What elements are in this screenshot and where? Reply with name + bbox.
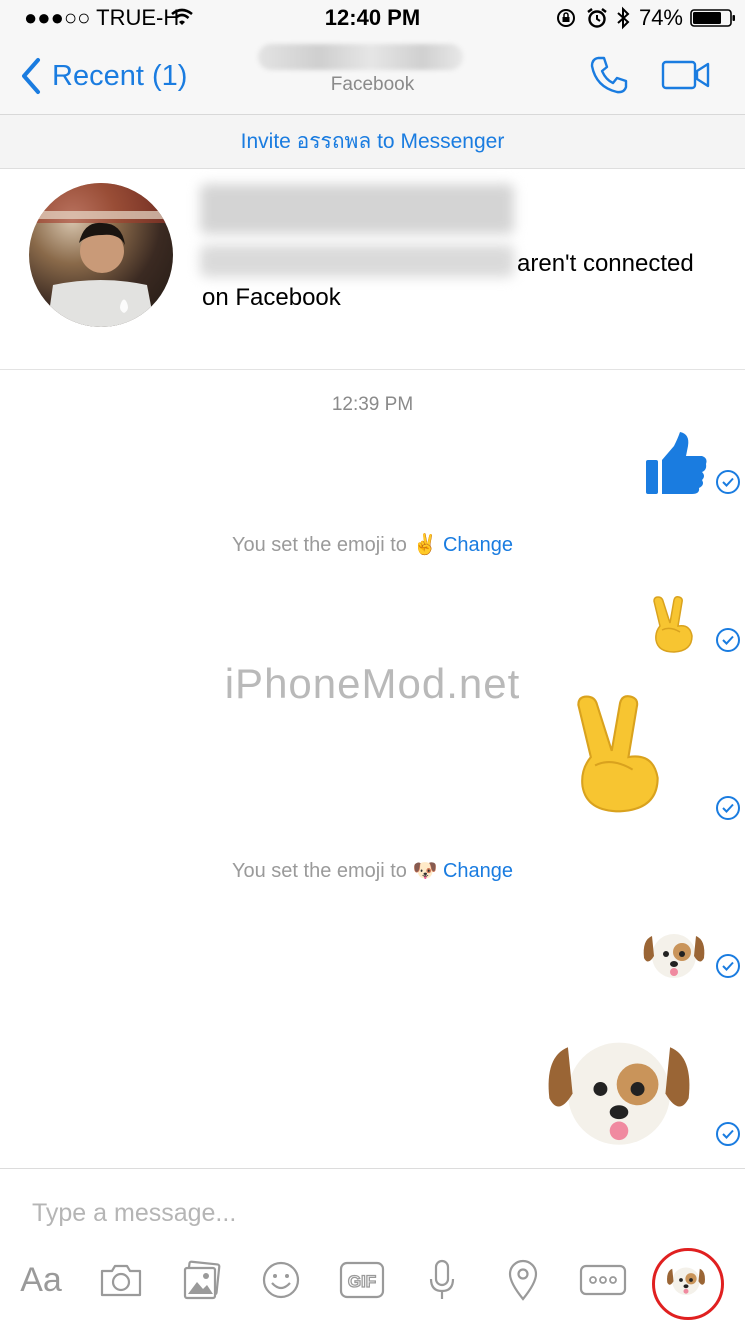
status-bar: ●●●○○ TRUE-H 12:40 PM 74% [0, 0, 745, 36]
smiley-icon [262, 1261, 300, 1299]
victory-hand-emoji-large [577, 695, 659, 813]
composer-divider [0, 1168, 745, 1169]
alarm-icon [587, 8, 607, 28]
system-message-text: You set the emoji to [231, 860, 407, 882]
more-button[interactable] [578, 1256, 628, 1304]
video-icon[interactable] [661, 60, 711, 90]
invite-link[interactable]: Invite อรรถพล to Messenger [241, 130, 505, 153]
check-icon [716, 796, 740, 820]
victory-hand-emoji-small [653, 596, 693, 653]
check-icon [716, 954, 740, 978]
location-button[interactable] [503, 1256, 543, 1304]
mic-icon [429, 1259, 455, 1299]
system-message: You set the emoji to 🐶 Change [0, 858, 745, 883]
battery-icon [690, 9, 735, 27]
nav-subtitle: Facebook [330, 74, 415, 95]
change-emoji-link[interactable]: Change [443, 860, 513, 882]
gif-icon: GIF [339, 1261, 385, 1299]
navigation-bar: Recent (1) Facebook [0, 36, 745, 115]
camera-icon [100, 1264, 142, 1297]
redacted-name [200, 184, 514, 234]
thumbs-up-icon [646, 432, 707, 494]
highlight-circle [652, 1248, 724, 1320]
location-icon [508, 1259, 538, 1301]
phone-icon[interactable] [588, 54, 630, 96]
rotation-lock-icon [557, 9, 575, 27]
dog-emoji-large [548, 1042, 690, 1145]
system-message: You set the emoji to ✌️ Change [0, 532, 745, 557]
thread-timestamp: 12:39 PM [331, 394, 414, 415]
clock: 12:40 PM [324, 5, 421, 30]
more-icon [579, 1264, 627, 1296]
bluetooth-icon [617, 6, 630, 30]
photos-icon [183, 1260, 221, 1300]
check-icon [716, 470, 740, 494]
redacted-detail [200, 245, 514, 277]
change-emoji-link[interactable]: Change [443, 534, 513, 556]
connection-status-line2: on Facebook [202, 284, 341, 311]
voice-button[interactable] [422, 1256, 462, 1304]
battery-percent: 74% [638, 5, 683, 30]
check-icon [716, 628, 740, 652]
contact-name-redacted [258, 44, 463, 70]
check-icon [716, 1122, 740, 1146]
avatar-photo [29, 183, 173, 327]
dog-emoji-small [643, 934, 705, 978]
emoji-indicator: 🐶 [412, 860, 438, 882]
gif-label: GIF [348, 1272, 376, 1291]
divider [0, 369, 745, 370]
avatar[interactable] [29, 183, 173, 327]
invite-banner: Invite อรรถพล to Messenger [0, 115, 745, 169]
emoji-picker-button[interactable] [259, 1256, 303, 1304]
message-input[interactable] [30, 1192, 714, 1234]
text-style-button[interactable]: Aa [14, 1256, 68, 1304]
emoji-indicator: ✌️ [412, 534, 438, 556]
photos-button[interactable] [180, 1256, 224, 1304]
system-message-text: You set the emoji to [231, 534, 407, 556]
connection-status-line1: aren't connected [517, 250, 694, 277]
camera-button[interactable] [98, 1256, 144, 1304]
gif-button[interactable]: GIF [338, 1256, 386, 1304]
